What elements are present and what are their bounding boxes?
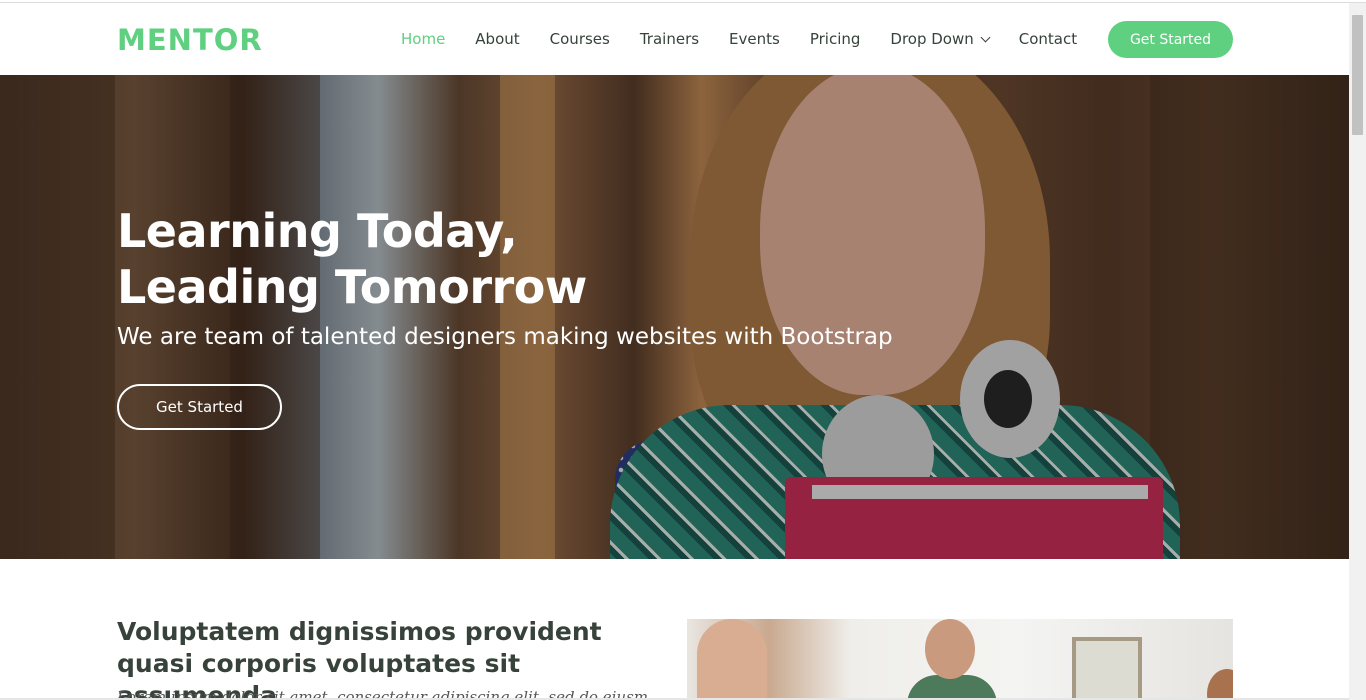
hero-overlay — [0, 75, 1349, 559]
about-image-person — [697, 619, 767, 700]
hero-title-line2: Leading Tomorrow — [117, 260, 587, 314]
hero-subtitle: We are team of talented designers making… — [117, 324, 893, 350]
nav-item-label: Pricing — [809, 30, 861, 48]
nav-item-label: Home — [401, 30, 446, 48]
main-nav: Home About Courses Trainers Events Prici… — [386, 3, 1092, 75]
nav-item-label: Contact — [1018, 30, 1078, 48]
nav-item-label: Courses — [549, 30, 610, 48]
chevron-down-icon — [980, 32, 991, 42]
get-started-button[interactable]: Get Started — [1108, 21, 1233, 58]
hero-get-started-button[interactable]: Get Started — [117, 384, 282, 430]
page-scrollbar[interactable] — [1349, 3, 1366, 700]
nav-item-pricing[interactable]: Pricing — [795, 30, 876, 48]
page: MENTOR Home About Courses Trainers Event… — [0, 0, 1366, 700]
nav-item-label: About — [475, 30, 520, 48]
nav-item-drop-down[interactable]: Drop Down — [875, 30, 1003, 48]
nav-item-contact[interactable]: Contact — [1004, 30, 1092, 48]
about-image-frame — [1072, 637, 1142, 700]
about-image — [687, 619, 1233, 700]
hero-title-line1: Learning Today, — [117, 204, 518, 258]
nav-item-label: Drop Down — [890, 30, 974, 48]
site-header: MENTOR Home About Courses Trainers Event… — [0, 3, 1349, 75]
hero-title: Learning Today, Leading Tomorrow — [117, 203, 587, 315]
hero-section: Learning Today, Leading Tomorrow We are … — [0, 75, 1349, 559]
nav-item-events[interactable]: Events — [714, 30, 795, 48]
nav-item-courses[interactable]: Courses — [535, 30, 625, 48]
site-logo[interactable]: MENTOR — [117, 23, 263, 57]
nav-item-about[interactable]: About — [460, 30, 534, 48]
scrollbar-thumb[interactable] — [1352, 15, 1363, 135]
nav-item-trainers[interactable]: Trainers — [625, 30, 714, 48]
nav-item-label: Trainers — [639, 30, 700, 48]
about-image-person — [925, 619, 975, 679]
about-image-person — [1207, 669, 1233, 700]
nav-item-home[interactable]: Home — [386, 30, 460, 48]
nav-item-label: Events — [729, 30, 780, 48]
